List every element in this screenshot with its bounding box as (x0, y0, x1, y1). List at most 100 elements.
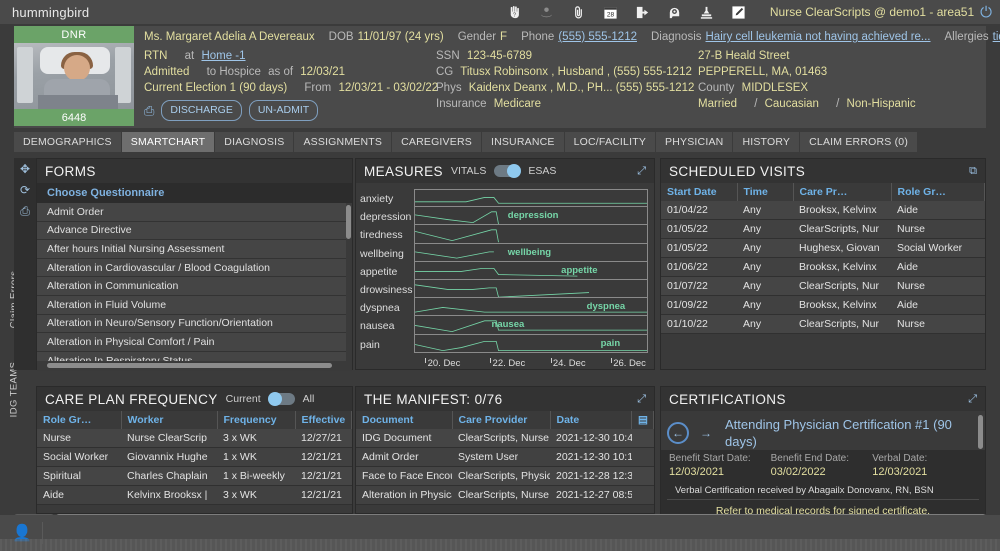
table-row[interactable]: Nurse Nurse ClearScrip 3 x WK 12/27/21 (37, 429, 352, 448)
table-row[interactable]: 01/09/22 Any Brooksx, Kelvinx Aide (661, 295, 985, 315)
form-list-item[interactable]: After hours Initial Nursing Assessment (37, 240, 346, 259)
current-user-label: Nurse ClearScripts @ demo1 - area51 (769, 5, 975, 19)
tab-assignments[interactable]: ASSIGNMENTS (294, 132, 393, 152)
next-certification-button[interactable]: → (695, 422, 717, 444)
caregiver-label: CG (436, 66, 454, 78)
county-label: County (698, 82, 735, 94)
table-row[interactable]: Admit OrderSystem User2021-12-30 10:16:0… (356, 447, 654, 467)
tab-caregivers[interactable]: CAREGIVERS (392, 132, 482, 152)
form-list-item[interactable]: Alteration in Neuro/Sensory Function/Ori… (37, 314, 346, 334)
esas-chart: anxiety depression tiredness wellbeing appet… (356, 183, 654, 369)
pen-note-icon[interactable] (724, 0, 754, 24)
table-row[interactable]: 01/05/22 Any Hughesx, Giovan Social Worker (661, 238, 985, 258)
table-row[interactable]: Social Worker Giovannix Hughe 1 x WK 12/21/… (37, 447, 352, 467)
un-admit-button[interactable]: UN-ADMIT (248, 100, 319, 121)
form-list-item[interactable]: Alteration In Respiratory Status (37, 351, 346, 361)
table-row[interactable]: Aide Kelvinx Brooksx | 3 x WK 12/21/21 (37, 485, 352, 505)
visits-header-1[interactable]: Time (737, 183, 794, 201)
sparkline-depression: depression (414, 207, 648, 226)
rtn-label: RTN (144, 50, 168, 62)
careplan-header-3[interactable]: Effective (295, 411, 352, 429)
visits-header-0[interactable]: Start Date (661, 183, 738, 201)
table-row[interactable]: 01/07/22 Any ClearScripts, Nur Nurse (661, 276, 985, 296)
phone-value-link[interactable]: (555) 555-1212 (558, 31, 637, 43)
manifest-expand-icon[interactable]: ⤢ (637, 393, 646, 406)
table-row[interactable]: Alteration in Physical CClearScripts, Nu… (356, 485, 654, 505)
table-row[interactable]: 01/10/22 Any ClearScripts, Nur Nurse (661, 314, 985, 334)
table-row[interactable]: 01/04/22 Any Brooksx, Kelvinx Aide (661, 201, 985, 220)
visits-cell: 01/07/22 (661, 276, 737, 296)
measures-expand-icon[interactable]: ⤢ (637, 165, 646, 178)
careplan-header-1[interactable]: Worker (121, 411, 218, 429)
refresh-icon[interactable]: ⟳ (20, 184, 30, 196)
forms-vertical-scrollbar[interactable] (346, 205, 351, 239)
hand-help-icon[interactable]: ? (500, 0, 530, 24)
careplan-all-label[interactable]: All (303, 393, 315, 405)
certifications-scrollbar[interactable] (978, 415, 983, 449)
calendar-28-icon[interactable]: 28 (596, 0, 626, 24)
careplan-current-all-toggle[interactable] (267, 392, 295, 406)
visits-panel-header: SCHEDULED VISITS ⧉ (661, 159, 985, 183)
admitted-asof: as of (268, 66, 294, 78)
forms-list[interactable]: Admit Order Advance Directive After hours … (37, 203, 352, 361)
chart-x-axis: 20. Dec 22. Dec 24. Dec 26. Dec (416, 356, 648, 370)
print-icon[interactable]: ⎙ (144, 103, 154, 119)
form-list-item[interactable]: Alteration in Communication (37, 277, 346, 296)
admitted-to: to Hospice (206, 66, 261, 78)
rtn-location-link[interactable]: Home -1 (201, 50, 245, 62)
x-tick-label: 26. Dec (613, 357, 646, 369)
form-list-item[interactable]: Alteration in Fluid Volume (37, 295, 346, 315)
power-logout-icon[interactable]: ⏻ (980, 4, 992, 21)
print-icon[interactable]: ⎙ (20, 205, 30, 217)
chart-series-labels: anxiety depression tiredness wellbeing appet… (360, 189, 414, 354)
prev-certification-button[interactable]: ← (667, 422, 689, 444)
visits-header-2[interactable]: Care Pr… (793, 183, 892, 201)
logout-door-icon[interactable] (628, 0, 658, 24)
certs-expand-icon[interactable]: ⤢ (968, 393, 977, 406)
manifest-header-0[interactable]: Document (356, 411, 453, 429)
stamp-icon[interactable] (692, 0, 722, 24)
tab-insurance[interactable]: INSURANCE (481, 132, 565, 152)
calendar-icon[interactable]: ▤ (631, 411, 654, 429)
tab-claim-errors-0[interactable]: CLAIM ERRORS (0) (800, 132, 919, 152)
form-list-item[interactable]: Alteration in Physical Comfort / Pain (37, 333, 346, 352)
bottom-texture-strip (0, 539, 1000, 551)
vitals-label[interactable]: VITALS (451, 165, 486, 177)
form-list-item[interactable]: Admit Order (37, 203, 346, 222)
visits-header-3[interactable]: Role Gr… (891, 183, 985, 201)
careplan-header-2[interactable]: Frequency (217, 411, 296, 429)
table-row[interactable]: Spiritual Charles Chaplain 1 x Bi-weekly 12… (37, 466, 352, 486)
tab-diagnosis[interactable]: DIAGNOSIS (215, 132, 295, 152)
vitals-esas-toggle[interactable] (494, 164, 522, 178)
tab-history[interactable]: HISTORY (733, 132, 801, 152)
discharge-button[interactable]: DISCHARGE (161, 100, 242, 121)
choose-questionnaire-row[interactable]: Choose Questionnaire (37, 183, 352, 203)
table-row[interactable]: 01/06/22 Any Brooksx, Kelvinx Aide (661, 257, 985, 277)
tab-physician[interactable]: PHYSICIAN (656, 132, 734, 152)
patient-id-badge: 6448 (14, 109, 134, 126)
esas-label[interactable]: ESAS (528, 165, 556, 177)
careplan-header-0[interactable]: Role Gr… (37, 411, 122, 429)
table-row[interactable]: 01/05/22 Any ClearScripts, Nur Nurse (661, 219, 985, 239)
table-row[interactable]: Face to Face EncountClearScripts, Physic… (356, 466, 654, 486)
forms-horizontal-scrollbar[interactable] (47, 363, 332, 368)
tab-smartchart[interactable]: SMARTCHART (121, 132, 216, 152)
careplan-current-label[interactable]: Current (226, 393, 261, 405)
hand-care-icon[interactable] (532, 0, 562, 24)
move-handle-icon[interactable]: ✥ (20, 163, 30, 175)
patient-detail-area: Ms. Margaret Adelia A Devereaux DOB 11/0… (134, 26, 1000, 128)
table-row[interactable]: IDG DocumentClearScripts, Nurse (4(2021-… (356, 429, 654, 448)
visits-cell: 01/09/22 (661, 295, 737, 315)
manifest-header-2[interactable]: Date (550, 411, 632, 429)
tab-demographics[interactable]: DEMOGRAPHICS (14, 132, 122, 152)
form-list-item[interactable]: Alteration in Cardiovascular / Blood Coa… (37, 258, 346, 278)
election-line: Current Election 1 (90 days) From 12/03/… (144, 80, 438, 96)
visits-popout-icon[interactable]: ⧉ (969, 165, 977, 178)
head-gear-icon[interactable] (660, 0, 690, 24)
allergies-value-link[interactable]: tide detergent (993, 31, 1000, 43)
paperclip-icon[interactable] (564, 0, 594, 24)
manifest-header-1[interactable]: Care Provider (452, 411, 551, 429)
form-list-item[interactable]: Advance Directive (37, 221, 346, 241)
diagnosis-value-link[interactable]: Hairy cell leukemia not having achieved … (706, 31, 931, 43)
tab-loc-facility[interactable]: LOC/FACILITY (564, 132, 657, 152)
